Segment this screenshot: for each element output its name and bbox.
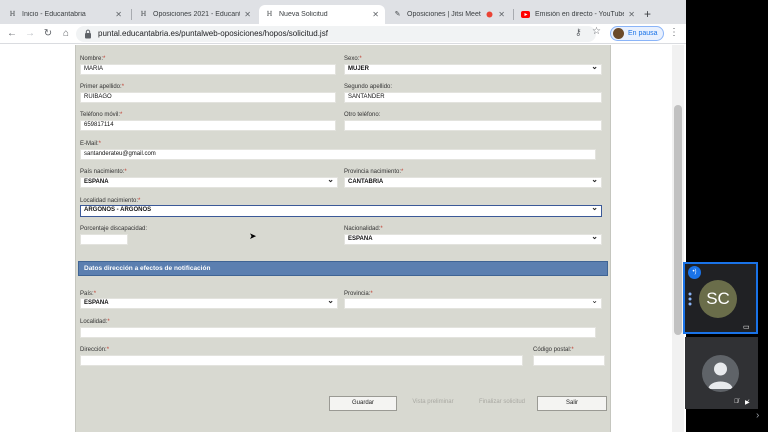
profile-avatar bbox=[613, 28, 624, 39]
tab-strip: ℍ Inicio - Educantabria ✕ ℍ Oposiciones … bbox=[0, 0, 686, 24]
browser-window: ℍ Inicio - Educantabria ✕ ℍ Oposiciones … bbox=[0, 0, 686, 432]
guardar-button[interactable]: Guardar bbox=[329, 396, 397, 411]
bookmark-star-icon[interactable]: ☆ bbox=[592, 26, 601, 37]
section-header-notificacion: Datos dirección a efectos de notificació… bbox=[78, 261, 608, 276]
tab-divider bbox=[513, 9, 514, 20]
pais-nacimiento-label: País nacimiento:* bbox=[80, 169, 127, 175]
browser-toolbar: ← → ↻ ⌂ puntal.educantabria.es/puntalweb… bbox=[0, 24, 686, 44]
screen-share-icon: ▭ bbox=[743, 324, 750, 331]
pais-label: País:* bbox=[80, 291, 97, 297]
primer-apellido-field[interactable]: RUIBAGO bbox=[80, 92, 336, 103]
more-options-icon[interactable] bbox=[688, 292, 692, 306]
tab-title: Emisión en directo - YouTube bbox=[535, 11, 625, 18]
mic-off-icon: 🎙̸ bbox=[734, 399, 739, 405]
lock-icon bbox=[85, 29, 91, 39]
profile-status-label: En pausa bbox=[628, 30, 658, 37]
vista-preliminar-button[interactable]: Vista preliminar bbox=[404, 396, 462, 411]
pais-select[interactable]: ESPAÑA bbox=[80, 298, 338, 309]
close-icon[interactable]: ✕ bbox=[498, 10, 505, 19]
scrollbar-thumb[interactable] bbox=[674, 105, 682, 335]
browser-menu-icon[interactable]: ⋮ bbox=[669, 27, 679, 38]
codigo-postal-field[interactable] bbox=[533, 355, 605, 366]
provincia-nacimiento-select[interactable]: CANTABRIA bbox=[344, 177, 602, 188]
codigo-postal-label: Código postal:* bbox=[533, 347, 574, 353]
email-field[interactable]: santanderateu@gmail.com bbox=[80, 149, 596, 160]
nacionalidad-select[interactable]: ESPAÑA bbox=[344, 234, 602, 245]
provincia-label: Provincia:* bbox=[344, 291, 373, 297]
direccion-label: Dirección:* bbox=[80, 347, 110, 353]
participant-avatar: SC bbox=[699, 280, 737, 318]
profile-paused-button[interactable]: En pausa bbox=[610, 26, 664, 41]
mouse-cursor-icon: ➤ bbox=[249, 231, 257, 241]
telefono-movil-label: Teléfono móvil:* bbox=[80, 112, 123, 118]
recording-dot-icon bbox=[485, 10, 494, 19]
tab-inicio-educantabria[interactable]: ℍ Inicio - Educantabria ✕ bbox=[2, 5, 128, 24]
localidad-field[interactable] bbox=[80, 327, 596, 338]
reload-icon[interactable]: ↻ bbox=[41, 27, 55, 41]
nombre-label: Nombre:* bbox=[80, 56, 106, 62]
tab-title: Oposiciones | Jitsi Meet bbox=[407, 11, 481, 18]
educantabria-favicon-icon: ℍ bbox=[140, 11, 147, 18]
email-label: E-Mail:* bbox=[80, 141, 102, 147]
tab-title: Oposiciones 2021 - Educantab bbox=[153, 11, 241, 18]
localidad-label: Localidad:* bbox=[80, 319, 110, 325]
localidad-nacimiento-label: Localidad nacimiento:* bbox=[80, 198, 141, 204]
segundo-apellido-label: Segundo apellido: bbox=[344, 84, 393, 90]
close-icon[interactable]: ✕ bbox=[244, 10, 251, 19]
camera-off-icon: ▶̸ bbox=[745, 400, 750, 406]
educantabria-favicon-icon: ℍ bbox=[9, 11, 16, 18]
localidad-nacimiento-select[interactable]: ARGOÑOS - ARGOÑOS bbox=[80, 205, 602, 217]
educantabria-favicon-icon: ℍ bbox=[266, 11, 273, 18]
provincia-select[interactable] bbox=[344, 298, 602, 309]
otro-telefono-label: Otro teléfono: bbox=[344, 112, 381, 118]
telefono-movil-field[interactable]: 659817114 bbox=[80, 120, 336, 131]
close-icon[interactable]: ✕ bbox=[372, 10, 379, 19]
segundo-apellido-field[interactable]: SANTANDER bbox=[344, 92, 602, 103]
provincia-nacimiento-label: Provincia nacimiento:* bbox=[344, 169, 404, 175]
nombre-field[interactable]: MARIA bbox=[80, 64, 336, 75]
tab-youtube-live[interactable]: Emisión en directo - YouTube ✕ bbox=[515, 5, 641, 24]
pais-nacimiento-select[interactable]: ESPAÑA bbox=[80, 177, 338, 188]
key-icon[interactable]: ⚷ bbox=[575, 27, 582, 38]
back-icon[interactable]: ← bbox=[5, 27, 19, 41]
porcentaje-discapacidad-label: Porcentaje discapacidad: bbox=[80, 226, 148, 232]
otro-telefono-field[interactable] bbox=[344, 120, 602, 131]
home-icon[interactable]: ⌂ bbox=[59, 27, 73, 41]
jitsi-favicon-icon: ✎ bbox=[394, 11, 401, 18]
default-avatar-icon bbox=[702, 355, 739, 392]
participant-badge-icon: •) bbox=[688, 266, 701, 279]
porcentaje-discapacidad-field[interactable] bbox=[80, 234, 128, 245]
finalizar-solicitud-button[interactable]: Finalizar solicitud bbox=[470, 396, 534, 411]
sexo-label: Sexo:* bbox=[344, 56, 362, 62]
new-tab-button[interactable]: + bbox=[644, 7, 651, 21]
sexo-select[interactable]: MUJER bbox=[344, 64, 602, 75]
forward-icon[interactable]: → bbox=[23, 27, 37, 41]
tab-jitsi-meet[interactable]: ✎ Oposiciones | Jitsi Meet ✕ bbox=[387, 5, 511, 24]
nacionalidad-label: Nacionalidad:* bbox=[344, 226, 383, 232]
primer-apellido-label: Primer apellido:* bbox=[80, 84, 125, 90]
tab-title: Inicio - Educantabria bbox=[22, 11, 86, 18]
tab-nueva-solicitud[interactable]: ℍ Nueva Solicitud ✕ bbox=[259, 5, 385, 24]
youtube-favicon-icon bbox=[521, 10, 530, 19]
close-icon[interactable]: ✕ bbox=[628, 10, 635, 19]
tab-title: Nueva Solicitud bbox=[279, 11, 328, 18]
chevron-right-icon[interactable]: › bbox=[756, 410, 759, 421]
close-icon[interactable]: ✕ bbox=[115, 10, 122, 19]
salir-button[interactable]: Salir bbox=[537, 396, 607, 411]
address-bar[interactable]: puntal.educantabria.es/puntalweb-oposici… bbox=[76, 26, 596, 42]
direccion-field[interactable] bbox=[80, 355, 523, 366]
url-text: puntal.educantabria.es/puntalweb-oposici… bbox=[98, 29, 328, 38]
tab-oposiciones-2021[interactable]: ℍ Oposiciones 2021 - Educantab ✕ bbox=[133, 5, 257, 24]
tab-divider bbox=[131, 9, 132, 20]
